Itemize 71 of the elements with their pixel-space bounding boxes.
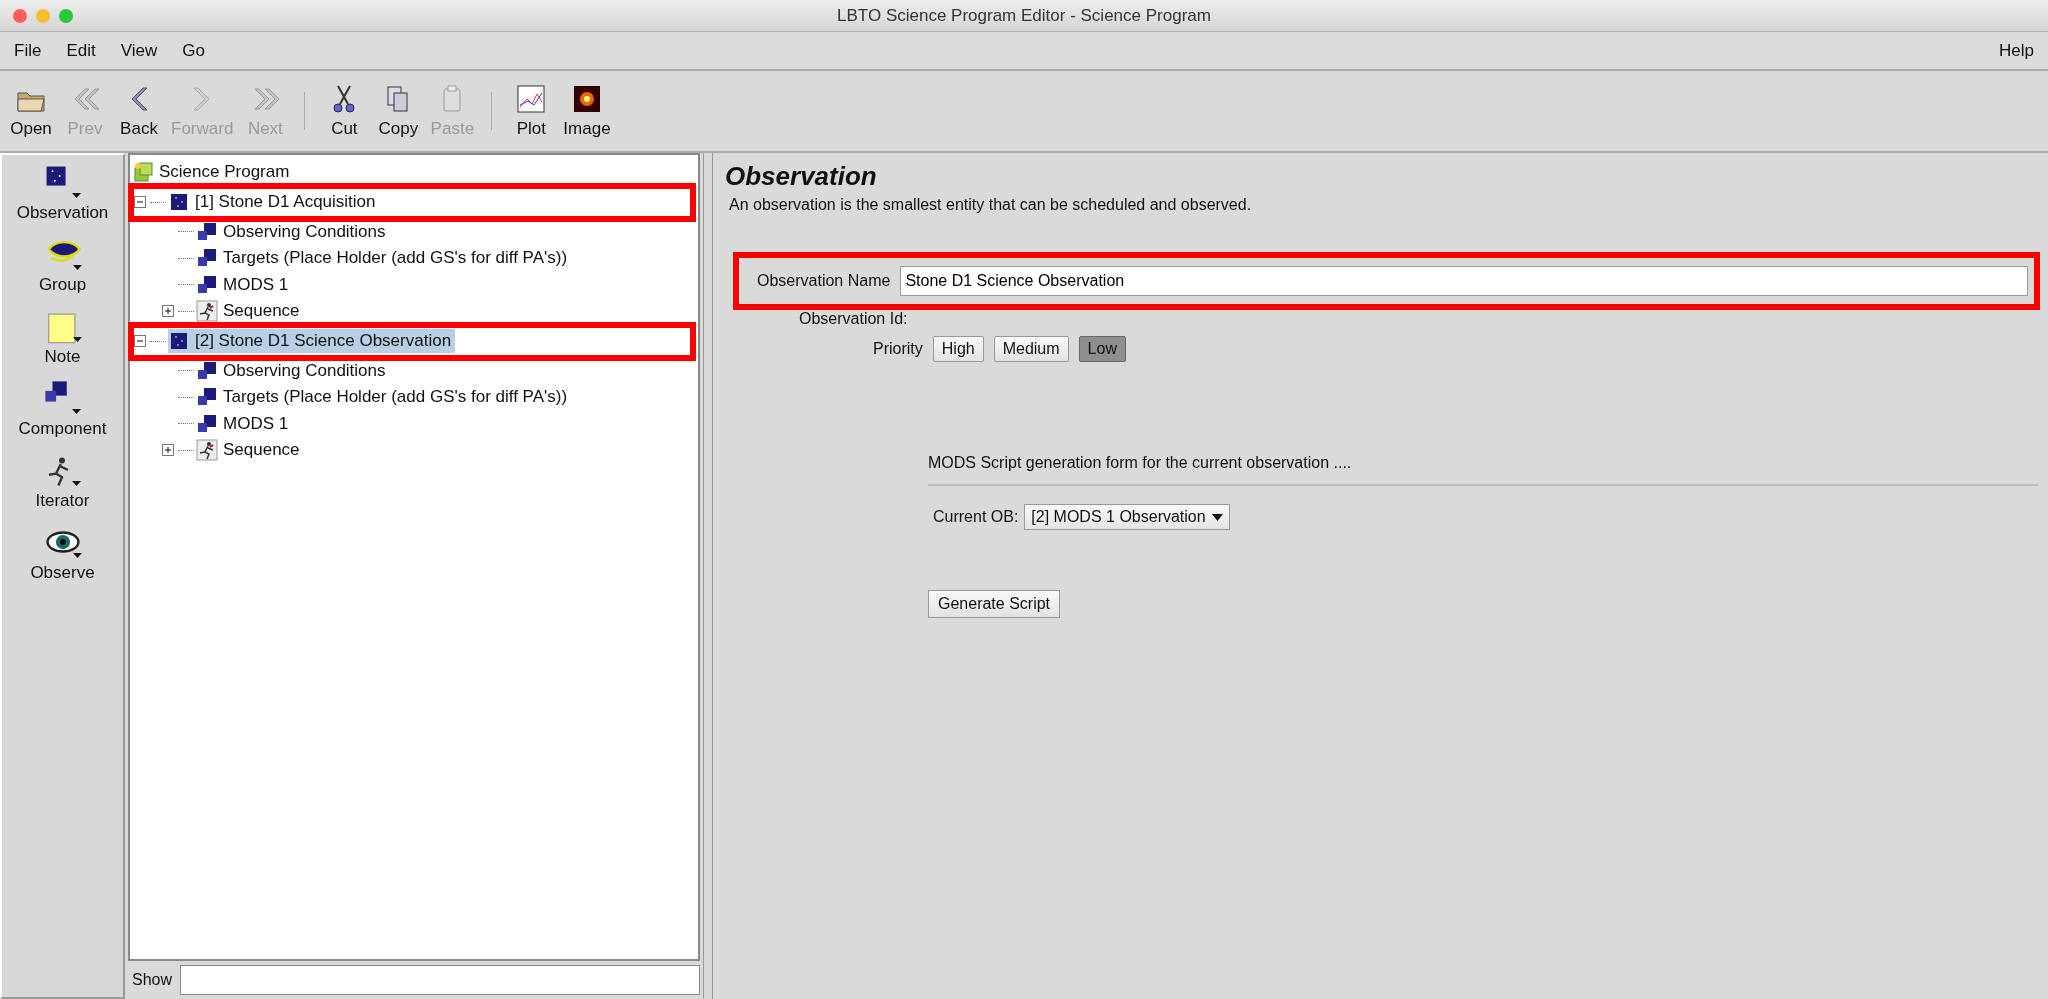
caret-icon <box>72 193 82 198</box>
tree-node[interactable]: MODS 1 <box>196 411 293 436</box>
toolbar-button[interactable]: Image <box>560 81 614 141</box>
section-heading: MODS Script generation form for the current observation .... <box>928 454 1353 472</box>
expand-icon[interactable] <box>162 305 174 318</box>
ob-dropdown[interactable]: [2] MODS 1 Observation <box>1024 504 1230 530</box>
field-label: Current OB: <box>933 508 1019 526</box>
caret-icon <box>72 337 82 342</box>
priority-toggle[interactable]: Medium <box>993 336 1069 362</box>
toolbar-button[interactable]: Back <box>114 81 164 141</box>
menu-item[interactable]: Go <box>182 40 205 61</box>
splitter-handle[interactable] <box>703 153 713 999</box>
toolbar-button[interactable]: Cut <box>319 81 370 141</box>
menu-item[interactable]: View <box>120 40 158 61</box>
caret-icon <box>72 265 82 270</box>
cubes-icon <box>132 161 154 184</box>
toolbar-button[interactable]: Plot <box>506 81 557 141</box>
editor-description: An observation is the smallest entity that can be scheduled and observed. <box>729 196 1253 214</box>
palette-button[interactable]: Iterator <box>35 451 90 511</box>
field-label: Priority <box>873 340 923 358</box>
tree-node[interactable]: [2] Stone D1 Science Observation <box>168 329 456 353</box>
editor-title: Observation <box>725 161 878 192</box>
name-field[interactable]: Stone D1 Science Observation <box>900 266 2028 296</box>
line-chart-icon <box>515 83 548 115</box>
collapse-icon[interactable] <box>134 335 146 347</box>
tree-node[interactable]: [1] Stone D1 Acquisition <box>168 190 380 214</box>
running-figure-icon <box>196 300 218 323</box>
menu-item[interactable]: Edit <box>66 40 96 61</box>
tree-node[interactable]: Targets (Place Holder (add GS's for diff PA's)) <box>196 385 572 410</box>
palette-button[interactable]: Observe <box>30 523 95 583</box>
expand-icon[interactable] <box>162 444 174 457</box>
zoom-button[interactable] <box>59 8 73 23</box>
star-image-icon <box>571 83 603 115</box>
tree-node[interactable]: Science Program <box>132 160 294 185</box>
menu-item[interactable]: File <box>14 40 42 61</box>
squares-icon <box>196 412 218 435</box>
tree-node[interactable]: Sequence <box>196 438 304 463</box>
field-label: Observation Name <box>757 272 891 290</box>
generate-script-button[interactable]: Generate Script <box>928 590 1061 618</box>
priority-toggle[interactable]: High <box>932 336 984 362</box>
caret-icon <box>72 553 82 558</box>
starfield-square-icon <box>168 191 190 213</box>
help-menu[interactable]: Help <box>1999 40 2034 61</box>
starfield-square-icon <box>168 330 190 352</box>
caret-icon <box>72 481 82 486</box>
show-field[interactable] <box>180 965 700 995</box>
caret-icon <box>1211 513 1223 521</box>
priority-toggle[interactable]: Low <box>1078 336 1126 362</box>
tree-node[interactable]: Observing Conditions <box>196 358 390 383</box>
field-label: Observation Id: <box>799 310 909 328</box>
toolbar-button[interactable]: Copy <box>373 81 424 141</box>
tree-node[interactable]: MODS 1 <box>196 272 293 297</box>
palette-button[interactable]: Observation <box>16 163 109 223</box>
palette-button[interactable]: Note <box>42 307 83 367</box>
tree-node[interactable]: Observing Conditions <box>196 219 390 244</box>
squares-icon <box>45 381 68 402</box>
running-figure-icon <box>196 439 218 462</box>
starfield-square-icon <box>47 166 67 186</box>
tree-node[interactable]: Sequence <box>196 299 304 324</box>
collapse-icon[interactable] <box>134 196 146 208</box>
palette-button[interactable]: Group <box>38 235 87 295</box>
close-button[interactable] <box>13 8 27 23</box>
show-label: Show <box>131 971 174 989</box>
window-title: LBTO Science Program Editor - Science Program <box>837 5 1211 25</box>
caret-icon <box>72 409 82 414</box>
palette-button[interactable]: Component <box>18 379 107 439</box>
tree-node[interactable]: Targets (Place Holder (add GS's for diff PA's)) <box>196 246 572 271</box>
toolbar-button[interactable]: Open <box>6 81 56 141</box>
squares-icon <box>196 273 218 296</box>
squares-icon <box>196 220 218 243</box>
squares-icon <box>196 359 218 382</box>
